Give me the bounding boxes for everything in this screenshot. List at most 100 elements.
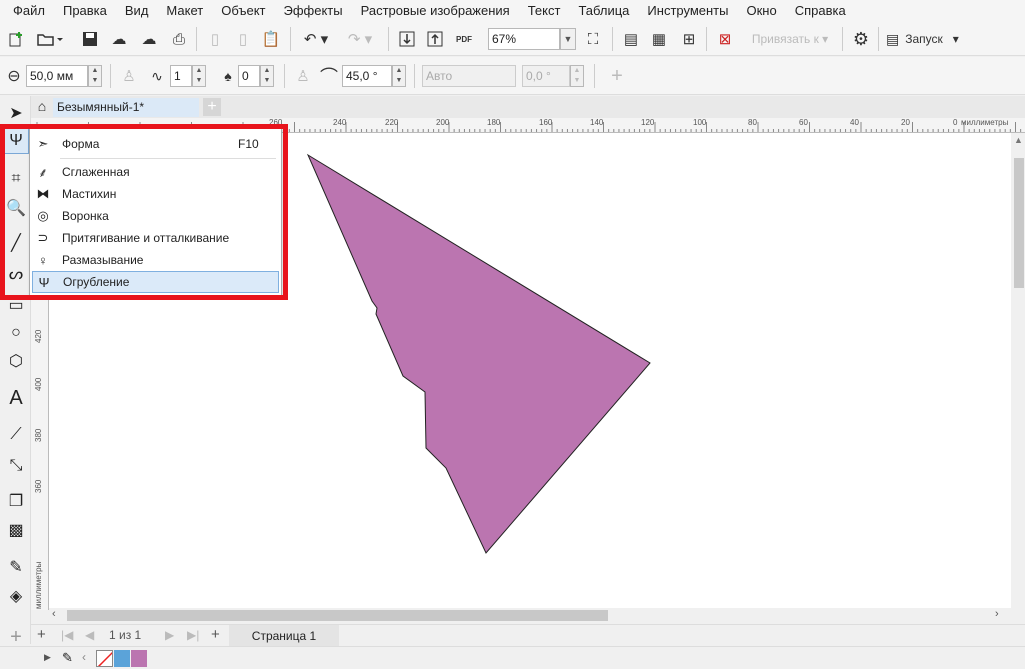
rulers-toggle-icon[interactable]: ▤ xyxy=(620,28,642,50)
copy-icon[interactable]: ▯ xyxy=(232,28,254,50)
scroll-right-icon[interactable]: › xyxy=(995,608,999,620)
save-icon[interactable] xyxy=(80,28,100,50)
zoom-tool-icon[interactable]: 🔍 xyxy=(3,195,29,221)
tilt-spinner[interactable]: ▲ ▼ xyxy=(392,65,406,87)
scroll-left-icon[interactable]: ‹ xyxy=(52,608,56,620)
document-tab[interactable]: Безымянный-1* xyxy=(53,98,199,117)
cloud-upload-icon[interactable]: ☁ xyxy=(108,28,130,50)
transparency-tool-icon[interactable]: ▩ xyxy=(3,517,29,543)
vertical-scrollbar[interactable]: ▲ xyxy=(1011,133,1025,610)
launch-dropdown[interactable]: ▤ Запуск ▾ xyxy=(886,28,978,50)
previous-page-icon[interactable]: ◀ xyxy=(85,628,94,642)
guidelines-toggle-icon[interactable]: ⊞ xyxy=(678,28,700,50)
grid-toggle-icon[interactable]: ▦ xyxy=(648,28,670,50)
home-icon[interactable]: ⌂ xyxy=(34,98,50,115)
menu-text[interactable]: Текст xyxy=(519,0,570,22)
ellipse-tool-icon[interactable]: ○ xyxy=(3,320,29,346)
pdf-export-icon[interactable]: PDF xyxy=(452,28,476,50)
freehand-tool-icon[interactable]: ╱ xyxy=(3,230,29,256)
menu-object[interactable]: Объект xyxy=(212,0,274,22)
flyout-item-smear[interactable]: ⧓ Мастихин xyxy=(32,183,279,205)
page-tab[interactable]: Страница 1 xyxy=(229,625,339,647)
pressure-pen-icon[interactable]: ♙ xyxy=(118,65,140,87)
menu-edit[interactable]: Правка xyxy=(54,0,116,22)
last-page-icon[interactable]: ▶| xyxy=(187,628,199,642)
palette-left-icon[interactable]: ‹ xyxy=(82,650,86,664)
tilt-field[interactable]: 45,0 ° xyxy=(342,65,392,87)
menu-help[interactable]: Справка xyxy=(786,0,855,22)
roughened-polygon-shape[interactable] xyxy=(306,153,651,554)
first-page-icon[interactable]: |◀ xyxy=(61,628,73,642)
paste-icon[interactable]: 📋 xyxy=(260,28,282,50)
next-page-icon[interactable]: ▶ xyxy=(165,628,174,642)
flyout-item-twirl[interactable]: ◎ Воронка xyxy=(32,205,279,227)
menu-table[interactable]: Таблица xyxy=(569,0,638,22)
ruler-label: 380 xyxy=(34,428,43,442)
bearing-field[interactable]: 0,0 ° xyxy=(522,65,570,87)
full-screen-icon[interactable]: ⛶ xyxy=(582,28,604,50)
add-page-after-icon[interactable]: + xyxy=(211,626,220,643)
drop-shadow-tool-icon[interactable]: ❐ xyxy=(3,488,29,514)
redo-icon[interactable]: ↷ ▾ xyxy=(342,28,378,50)
cut-icon[interactable]: ▯ xyxy=(204,28,226,50)
options-gear-icon[interactable]: ⚙ xyxy=(850,28,872,50)
add-page-before-icon[interactable]: + xyxy=(37,626,46,643)
export-icon[interactable] xyxy=(424,28,446,50)
menu-layout[interactable]: Макет xyxy=(157,0,212,22)
ruler-label: 200 xyxy=(436,118,450,127)
menu-file[interactable]: Файл xyxy=(4,0,54,22)
menu-effects[interactable]: Эффекты xyxy=(275,0,352,22)
eyedropper-palette-icon[interactable]: ✎ xyxy=(62,650,73,666)
open-folder-icon[interactable] xyxy=(34,28,66,50)
zoom-dropdown-icon[interactable]: ▼ xyxy=(560,28,576,50)
scroll-up-icon[interactable]: ▲ xyxy=(1014,135,1023,145)
polygon-tool-icon[interactable]: ⬡ xyxy=(3,348,29,374)
color-swatch-purple[interactable] xyxy=(131,650,147,667)
color-swatch-blue[interactable] xyxy=(114,650,130,667)
print-icon[interactable]: ⎙ xyxy=(168,28,190,50)
nib-size-icon: ⊖ xyxy=(7,68,21,85)
flyout-item-shape[interactable]: ➣ Форма F10 xyxy=(32,133,279,155)
dimension-tool-icon[interactable]: ⟋ xyxy=(3,422,29,448)
flyout-item-smooth[interactable]: ⸙ Сглаженная xyxy=(32,161,279,183)
menu-view[interactable]: Вид xyxy=(116,0,158,22)
menu-tools[interactable]: Инструменты xyxy=(638,0,737,22)
pick-tool-icon[interactable]: ➤ xyxy=(3,100,29,126)
connector-tool-icon[interactable]: ⤡ xyxy=(3,453,29,479)
text-tool-icon[interactable]: A xyxy=(3,385,29,411)
horizontal-scroll-thumb[interactable] xyxy=(67,610,608,621)
crop-tool-icon[interactable]: ⌗ xyxy=(3,166,29,192)
interactive-fill-tool-icon[interactable]: ◈ xyxy=(3,583,29,609)
bearing-mode-select[interactable]: Авто xyxy=(422,65,516,87)
zoom-level-field[interactable]: 67% xyxy=(488,28,560,50)
import-icon[interactable] xyxy=(396,28,418,50)
flyout-item-attract-repel[interactable]: ⊃ Притягивание и отталкивание xyxy=(32,227,279,249)
snap-to-dropdown[interactable]: Привязать к ▾ xyxy=(744,28,836,50)
new-document-icon[interactable] xyxy=(6,28,26,50)
roughen-tool-active-icon[interactable]: Ψ xyxy=(3,128,29,154)
nib-size-field[interactable]: 50,0 мм xyxy=(26,65,88,87)
vertical-scroll-thumb[interactable] xyxy=(1014,158,1024,288)
undo-icon[interactable]: ↶ ▾ xyxy=(298,28,334,50)
eyedropper-tool-icon[interactable]: ✎ xyxy=(3,554,29,580)
dryout-field[interactable]: 0 xyxy=(238,65,260,87)
dryout-spinner[interactable]: ▲ ▼ xyxy=(260,65,274,87)
cloud-sync-icon[interactable]: ☁ xyxy=(138,28,160,50)
expand-arrow-icon[interactable]: ▶ xyxy=(44,652,51,663)
tilt-pen-icon[interactable]: ♙ xyxy=(292,65,314,87)
no-color-swatch[interactable] xyxy=(96,650,113,667)
bearing-spinner[interactable]: ▲ ▼ xyxy=(570,65,584,87)
menu-window[interactable]: Окно xyxy=(737,0,785,22)
flyout-item-roughen[interactable]: Ψ Огрубление xyxy=(32,271,279,293)
artistic-media-tool-icon[interactable]: ᔕ xyxy=(3,261,29,287)
nib-size-spinner[interactable]: ▲ ▼ xyxy=(88,65,102,87)
add-preset-icon[interactable]: + xyxy=(606,65,628,87)
rectangle-tool-icon[interactable]: ▭ xyxy=(3,292,29,318)
menu-bitmaps[interactable]: Растровые изображения xyxy=(352,0,519,22)
horizontal-scrollbar[interactable]: ‹ › xyxy=(49,608,1011,622)
frequency-field[interactable]: 1 xyxy=(170,65,192,87)
snap-off-icon[interactable]: ⊠ xyxy=(714,28,736,50)
flyout-item-smudge[interactable]: ♀ Размазывание xyxy=(32,249,279,271)
frequency-spinner[interactable]: ▲ ▼ xyxy=(192,65,206,87)
add-document-icon[interactable]: + xyxy=(203,98,221,116)
